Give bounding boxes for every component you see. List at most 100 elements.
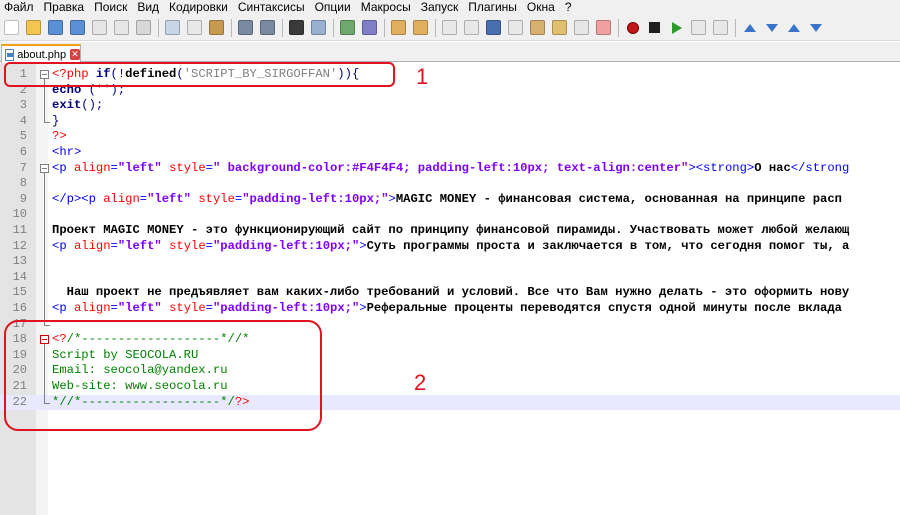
- undo-icon[interactable]: [236, 18, 255, 37]
- menu-item[interactable]: Опции: [311, 0, 357, 15]
- menu-item[interactable]: Файл: [0, 0, 40, 15]
- plugin-up-icon[interactable]: [784, 18, 803, 37]
- code-line[interactable]: 3 exit();: [0, 98, 900, 114]
- code-line[interactable]: 12 <p align="left" style="padding-left:10…: [0, 239, 900, 255]
- word-wrap-icon[interactable]: [440, 18, 459, 37]
- save-macro-icon[interactable]: [711, 18, 730, 37]
- lang-icon[interactable]: [506, 18, 525, 37]
- save-all-icon[interactable]: [68, 18, 87, 37]
- copy-icon[interactable]: [185, 18, 204, 37]
- menu-item[interactable]: Вид: [133, 0, 165, 15]
- sync-vertical-icon[interactable]: [389, 18, 408, 37]
- annotation-box-1: [4, 62, 395, 87]
- print-icon[interactable]: [134, 18, 153, 37]
- code-line[interactable]: 13: [0, 254, 900, 270]
- token: Реферальные проценты переводятся спустя …: [366, 301, 842, 315]
- menu-item[interactable]: Плагины: [464, 0, 523, 15]
- zoom-out-icon[interactable]: [360, 18, 379, 37]
- play-macro-icon[interactable]: [667, 18, 686, 37]
- fold-toggle-icon[interactable]: [40, 163, 49, 173]
- find-icon[interactable]: [287, 18, 306, 37]
- monitoring-icon[interactable]: [594, 18, 613, 37]
- token: =: [110, 238, 118, 253]
- menu-item[interactable]: Поиск: [90, 0, 133, 15]
- record-macro-icon[interactable]: [623, 18, 642, 37]
- token: align: [103, 191, 140, 206]
- line-number: 6: [19, 145, 27, 159]
- token: =: [205, 301, 213, 315]
- token: ?>: [52, 129, 67, 144]
- sync-horizontal-icon[interactable]: [411, 18, 430, 37]
- line-number: 10: [12, 207, 27, 222]
- code-line[interactable]: 5 ?>: [0, 129, 900, 145]
- down-arrow-icon[interactable]: [762, 18, 781, 37]
- line-code: <p align="left" style=" background-color…: [52, 161, 849, 177]
- token: <p: [52, 301, 74, 315]
- toolbar-separator: [618, 18, 619, 37]
- code-line[interactable]: 14: [0, 270, 900, 286]
- token: exit: [52, 98, 82, 113]
- line-number: 7: [19, 160, 27, 175]
- menu-item[interactable]: Запуск: [417, 0, 465, 15]
- run-macro-multiple-icon[interactable]: [689, 18, 708, 37]
- code-line[interactable]: 10: [0, 207, 900, 223]
- open-file-icon[interactable]: [24, 18, 43, 37]
- token: style: [198, 191, 235, 206]
- token: Проект MAGIC MONEY - это функционирующий…: [52, 223, 850, 237]
- replace-icon[interactable]: [309, 18, 328, 37]
- tab-bar: about.php ✕: [0, 42, 900, 63]
- line-number: 15: [12, 285, 27, 300]
- up-arrow-icon[interactable]: [740, 18, 759, 37]
- menu-item[interactable]: Синтаксисы: [234, 0, 311, 15]
- code-line[interactable]: 9 </p><p align="left" style="padding-left…: [0, 192, 900, 208]
- token: >: [388, 191, 396, 206]
- close-tab-icon[interactable]: ✕: [70, 49, 80, 60]
- menu-item[interactable]: Макросы: [357, 0, 417, 15]
- token: </strong: [790, 160, 850, 175]
- line-number: 9: [19, 191, 27, 206]
- code-line[interactable]: 6 <hr>: [0, 145, 900, 161]
- line-number: 12: [12, 238, 27, 253]
- save-icon[interactable]: [46, 18, 65, 37]
- code-line[interactable]: 11 Проект MAGIC MONEY - это функционирующ…: [0, 223, 900, 239]
- tab-about-php[interactable]: about.php ✕: [1, 44, 81, 63]
- toolbar-separator: [282, 18, 283, 37]
- token: </p><p: [52, 191, 104, 206]
- menu-item[interactable]: ?: [561, 0, 578, 15]
- function-list-icon[interactable]: [550, 18, 569, 37]
- token: "padding-left:10px;": [212, 301, 360, 315]
- code-line[interactable]: 7 <p align="left" style=" background-colo…: [0, 161, 900, 177]
- toolbar: [0, 15, 900, 41]
- plugin-down-icon[interactable]: [806, 18, 825, 37]
- redo-icon[interactable]: [258, 18, 277, 37]
- close-file-icon[interactable]: [90, 18, 109, 37]
- toolbar-separator: [735, 18, 736, 37]
- code-line[interactable]: 8: [0, 176, 900, 192]
- code-editor[interactable]: 1 <?php if(!defined('SCRIPT_BY_SIRGOFFAN'…: [0, 63, 900, 515]
- new-file-icon[interactable]: [2, 18, 21, 37]
- token: =: [139, 191, 148, 206]
- menu-item[interactable]: Кодировки: [165, 0, 234, 15]
- token: ><strong>: [688, 160, 755, 175]
- token: =: [110, 301, 118, 315]
- doc-map-icon[interactable]: [528, 18, 547, 37]
- show-all-chars-icon[interactable]: [462, 18, 481, 37]
- line-number: 8: [19, 176, 27, 191]
- code-line[interactable]: 15 Наш проект не предъявляет вам каких-л…: [0, 285, 900, 301]
- menu-item[interactable]: Окна: [523, 0, 561, 15]
- indent-guide-icon[interactable]: [484, 18, 503, 37]
- line-code: ?>: [52, 129, 67, 145]
- close-all-icon[interactable]: [112, 18, 131, 37]
- zoom-in-icon[interactable]: [338, 18, 357, 37]
- token: <p: [52, 160, 74, 175]
- folder-workspace-icon[interactable]: [572, 18, 591, 37]
- code-line[interactable]: 4}: [0, 114, 900, 130]
- menu-item[interactable]: Правка: [40, 0, 91, 15]
- cut-icon[interactable]: [163, 18, 182, 37]
- token: <hr>: [52, 145, 82, 159]
- line-code: }: [52, 114, 59, 130]
- stop-macro-icon[interactable]: [645, 18, 664, 37]
- token: align: [73, 238, 111, 253]
- paste-icon[interactable]: [207, 18, 226, 37]
- code-line[interactable]: 16 <p align="left" style="padding-left:10…: [0, 301, 900, 317]
